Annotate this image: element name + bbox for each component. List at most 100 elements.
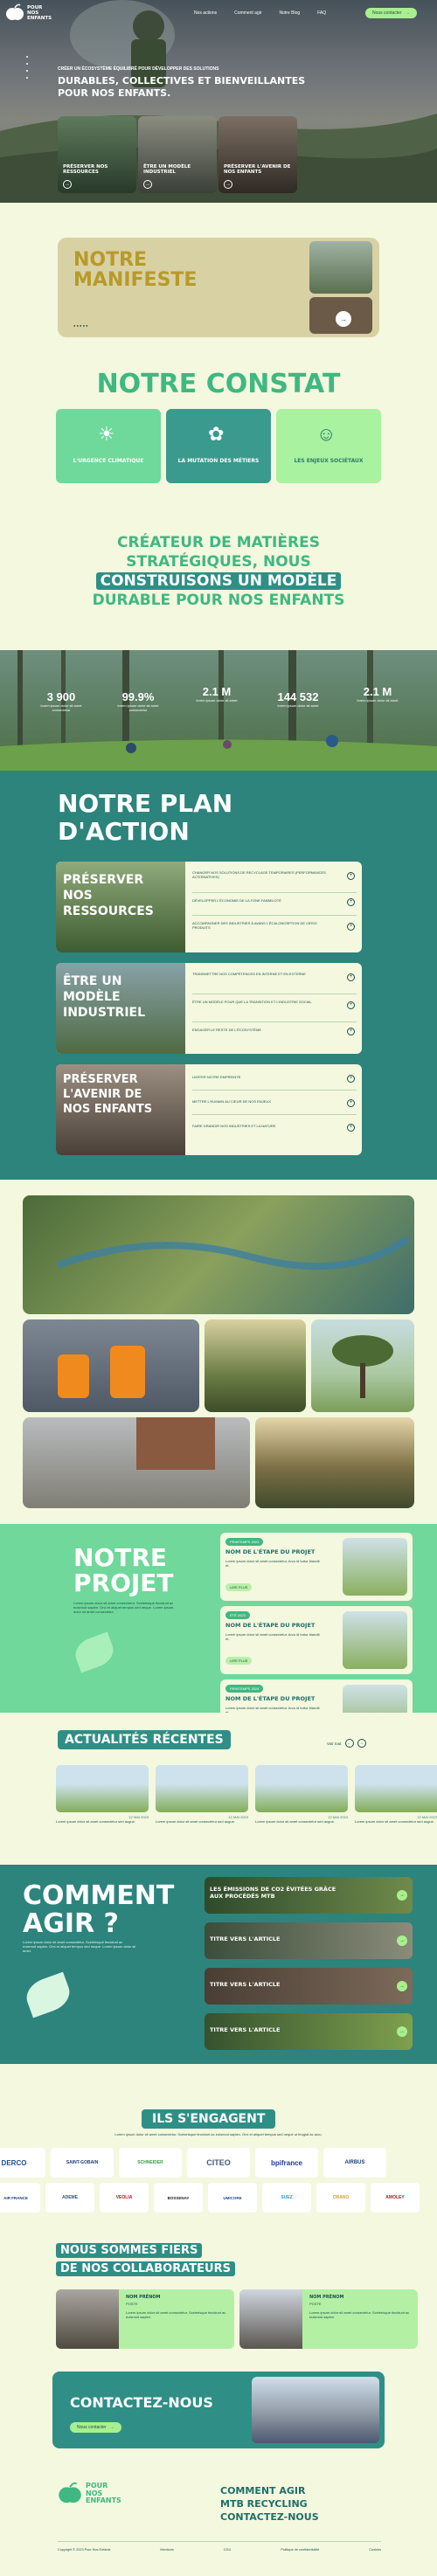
plan-block-title: ÊTRE UN MODÈLE INDUSTRIEL [63, 974, 146, 1021]
constat-card-3[interactable]: ☺ LES ENJEUX SOCIÉTAUX [276, 409, 381, 483]
header-contact-label: Nous contacter [372, 10, 402, 16]
plus-icon: + [347, 1001, 355, 1009]
footer-legal-cookies[interactable]: Cookies [369, 2548, 381, 2552]
plan-title-line1: NOTRE PLAN [58, 789, 233, 818]
nav-faq[interactable]: FAQ [317, 10, 326, 16]
leaf-icon [71, 1631, 118, 1673]
hero-card-3[interactable]: PRÉSERVER L'AVENIR DE NOS ENFANTS → [218, 116, 297, 193]
stat-value: 99.9% [121, 690, 155, 703]
partner-logo[interactable]: CITEO [187, 2148, 250, 2178]
step-image [343, 1685, 407, 1713]
collaborator-card-2[interactable]: NOM PRÉNOM POSTE Lorem ipsum dolor sit a… [239, 2289, 418, 2349]
plan-item[interactable]: LIMITER NOTRE EMPREINTE + [192, 1075, 357, 1091]
projet-step-1[interactable]: PRINTEMPS 2023 NOM DE L'ÉTAPE DU PROJET … [220, 1533, 413, 1601]
step-name: NOM DE L'ÉTAPE DU PROJET [225, 1695, 316, 1702]
hero-title-line1: DURABLES, COLLECTIVES ET BIENVEILLANTES [58, 75, 306, 87]
footer-legal-privacy[interactable]: Politique de confidentialité [281, 2548, 319, 2552]
stat-1: 3 900 lorem ipsum dolor sit amet consect… [35, 690, 87, 712]
partner-logo[interactable]: bpifrance [255, 2148, 318, 2178]
footer-links: COMMENT AGIR MTB RECYCLING CONTACTEZ-NOU… [220, 2485, 319, 2524]
step-read-more[interactable]: LIRE PLUS [225, 1583, 253, 1591]
partner-logo[interactable]: ADEME [45, 2183, 94, 2212]
nav-nos-actions[interactable]: Nos actions [194, 10, 217, 16]
partner-logo[interactable]: SAINT-GOBAIN [51, 2148, 114, 2178]
partner-logo[interactable]: VEOLIA [100, 2183, 149, 2212]
partner-logo[interactable]: AMOLEY [371, 2183, 420, 2212]
news-card-1[interactable]: 12 MAI 2023 Lorem ipsum dolor sit amet c… [56, 1765, 149, 1837]
plus-icon: + [347, 1124, 355, 1132]
news-controls: Voir tout ← → [327, 1739, 366, 1748]
plan-item[interactable]: METTRE L'HUMAIN AU CŒUR DE NOS ENJEUX + [192, 1099, 357, 1115]
collaborator-quote: Lorem ipsum dolor sit amet consectetur. … [309, 2310, 410, 2319]
partner-logo[interactable]: SUEZ [262, 2183, 311, 2212]
news-image [56, 1765, 149, 1812]
news-card-4[interactable]: 12 MAI 2023 Lorem ipsum dolor sit amet c… [355, 1765, 437, 1837]
news-card-3[interactable]: 12 MAI 2023 Lorem ipsum dolor sit amet c… [255, 1765, 348, 1837]
step-text: Lorem ipsum dolor sit amet consectetur. … [225, 1559, 320, 1568]
footer-brand: POUR NOS ENFANTS [86, 2482, 121, 2505]
partner-logo[interactable]: SCHNEIDER [119, 2148, 182, 2178]
news-image [156, 1765, 248, 1812]
agir-article-3[interactable]: TITRE VERS L'ARTICLE → [205, 1968, 413, 2005]
partner-logo[interactable]: UMICORE [208, 2183, 257, 2212]
manifeste-next-button[interactable]: → [336, 311, 351, 327]
createur-line2: STRATÉGIQUES, NOUS [126, 553, 311, 571]
apple-logo-icon [6, 3, 24, 20]
createur-line1: CRÉATEUR DE MATIÈRES [117, 534, 320, 551]
plan-item[interactable]: FAIRE GRANDIR NOS INDUSTRIES ET LA NATUR… [192, 1124, 357, 1139]
plan-item[interactable]: TRANSMETTRE NOS COMPÉTENCES EN INTERNE E… [192, 972, 357, 994]
stat-text: lorem ipsum dolor sit amet [357, 698, 399, 703]
collaborator-card-1[interactable]: NOM PRÉNOM POSTE Lorem ipsum dolor sit a… [56, 2289, 234, 2349]
step-read-more[interactable]: LIRE PLUS [225, 1657, 253, 1665]
hero-card-1[interactable]: PRÉSERVER NOS RESSOURCES → [58, 116, 136, 193]
footer-legal-mentions[interactable]: Mentions [160, 2548, 173, 2552]
projet-step-2[interactable]: ÉTÉ 2023 NOM DE L'ÉTAPE DU PROJET Lorem … [220, 1606, 413, 1674]
collaborator-photo [56, 2289, 119, 2349]
plan-item[interactable]: ÊTRE UN MODÈLE POUR QUE LA TRANSITION ET… [192, 1000, 357, 1022]
contact-button[interactable]: Nous contacter → [70, 2422, 121, 2433]
partner-logo[interactable]: DERCO [0, 2148, 45, 2178]
gallery-photo-workers [23, 1319, 199, 1412]
agir-article-4[interactable]: TITRE VERS L'ARTICLE → [205, 2013, 413, 2050]
partner-logo[interactable]: AIRBUS [323, 2148, 386, 2178]
nav-comment-agir[interactable]: Comment agir [234, 10, 261, 16]
brand-logo[interactable]: POUR NOS ENFANTS [5, 3, 52, 23]
news-image [255, 1765, 348, 1812]
news-prev-button[interactable]: ← [344, 1739, 354, 1748]
footer-link-comment-agir[interactable]: COMMENT AGIR [220, 2485, 319, 2498]
collaborator-name: NOM PRÉNOM [126, 2295, 161, 2300]
footer-link-contact[interactable]: CONTACTEZ-NOUS [220, 2511, 319, 2524]
header-contact-button[interactable]: Nous contacter → [365, 8, 417, 18]
projet-step-3[interactable]: PRINTEMPS 2024 NOM DE L'ÉTAPE DU PROJET … [220, 1679, 413, 1713]
footer-logo[interactable]: POUR NOS ENFANTS [58, 2482, 121, 2506]
constat-card-2[interactable]: ✿ LA MUTATION DES MÉTIERS [166, 409, 271, 483]
plan-item[interactable]: ENGAGER LE RESTE DE L'ÉCOSYSTÈME + [192, 1028, 357, 1045]
stat-text: lorem ipsum dolor sit amet consectetur [40, 703, 82, 712]
partner-logo[interactable]: AIR FRANCE [0, 2183, 40, 2212]
footer-link-mtb[interactable]: MTB RECYCLING [220, 2498, 319, 2511]
partner-logo[interactable]: ORANO [316, 2183, 365, 2212]
news-next-button[interactable]: → [357, 1739, 366, 1748]
manifeste-title-line2: MANIFESTE [73, 269, 198, 292]
news-title: ACTUALITÉS RÉCENTES [58, 1730, 231, 1749]
article-title: LES ÉMISSIONS DE CO2 ÉVITÉES GRÂCE AUX P… [210, 1886, 336, 1900]
agir-article-1[interactable]: LES ÉMISSIONS DE CO2 ÉVITÉES GRÂCE AUX P… [205, 1877, 413, 1914]
plan-item[interactable]: CHANGER NOS SOLUTIONS DE RECYCLAGE TEMPO… [192, 870, 357, 893]
step-image [343, 1538, 407, 1596]
plus-icon: + [347, 1099, 355, 1107]
plan-item[interactable]: DÉVELOPPER L'ÉCONOMIE DE LA FONE FAMMILO… [192, 898, 357, 916]
nav-notre-blog[interactable]: Notre Blog [280, 10, 301, 16]
footer-legal-cgu[interactable]: CGU [224, 2548, 231, 2552]
step-name: NOM DE L'ÉTAPE DU PROJET [225, 1548, 316, 1555]
plan-item[interactable]: ACCOMPAGNER DES INDUSTRIES À AVANS L'ÉCA… [192, 921, 357, 944]
news-see-all-link[interactable]: Voir tout [327, 1742, 342, 1746]
hero-card-2[interactable]: ÊTRE UN MODÈLE INDUSTRIEL → [138, 116, 217, 193]
arrow-right-icon: → [340, 315, 347, 323]
createur-line3-highlight: CONSTRUISONS UN MODÈLE [0, 571, 437, 591]
agir-article-2[interactable]: TITRE VERS L'ARTICLE → [205, 1922, 413, 1959]
stat-2: 99.9% lorem ipsum dolor sit amet consect… [112, 690, 164, 712]
partner-logo[interactable]: BOSSENAY [154, 2183, 203, 2212]
news-card-2[interactable]: 12 MAI 2023 Lorem ipsum dolor sit amet c… [156, 1765, 248, 1837]
constat-card-1[interactable]: ☀ L'URGENCE CLIMATIQUE [56, 409, 161, 483]
createur-statement: CRÉATEUR DE MATIÈRES STRATÉGIQUES, NOUS … [0, 533, 437, 610]
